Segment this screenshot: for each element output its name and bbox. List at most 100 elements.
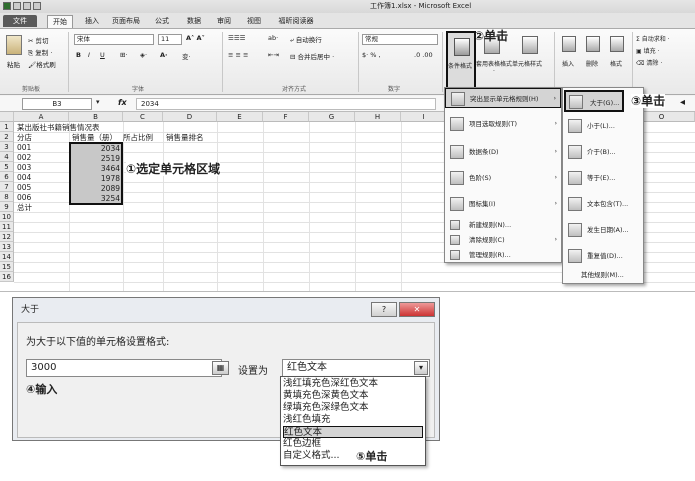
menu-item-color-scales[interactable]: 色阶(S) ›: [445, 168, 561, 188]
cell-a2[interactable]: 分店: [17, 133, 32, 143]
format-option-selected[interactable]: 红色文本: [283, 426, 423, 438]
cell-sales[interactable]: 3254: [72, 194, 120, 204]
row-header[interactable]: 1: [0, 122, 14, 132]
cell-store[interactable]: 006: [17, 193, 31, 203]
phonetic-icon[interactable]: 变·: [182, 51, 191, 61]
font-size-select[interactable]: 11: [158, 34, 182, 45]
autosum-button[interactable]: Σ 自动求和 ·: [636, 34, 670, 43]
column-header[interactable]: E: [217, 112, 263, 122]
save-icon[interactable]: [13, 2, 21, 10]
font-color-icon[interactable]: A·: [160, 51, 168, 59]
border-icon[interactable]: ⊞·: [120, 51, 128, 59]
submenu-item-more-rules[interactable]: 其他规则(M)...: [563, 268, 643, 282]
orientation-icon[interactable]: ab·: [268, 34, 278, 42]
tab-foxit[interactable]: 福昕阅读器: [274, 15, 318, 27]
close-button[interactable]: ✕: [399, 302, 435, 317]
format-as-table-button[interactable]: 套用表格格式 ·: [476, 59, 512, 75]
cell-store[interactable]: 001: [17, 143, 31, 153]
row-header[interactable]: 5: [0, 162, 14, 172]
submenu-item-duplicate-values[interactable]: 重复值(D)...: [563, 246, 643, 266]
submenu-item-equal-to[interactable]: 等于(E)...: [563, 168, 643, 188]
cell-sales[interactable]: 3464: [72, 164, 120, 174]
row-header[interactable]: 9: [0, 202, 14, 212]
format-option[interactable]: 自定义格式...: [283, 450, 423, 462]
row-header[interactable]: 8: [0, 192, 14, 202]
paste-button[interactable]: 粘贴: [7, 59, 20, 69]
column-header[interactable]: F: [263, 112, 309, 122]
fx-icon[interactable]: fx: [118, 98, 127, 107]
menu-item-clear-rules[interactable]: 清除规则(C) ›: [445, 233, 561, 247]
column-header[interactable]: D: [163, 112, 217, 122]
row-header[interactable]: 6: [0, 172, 14, 182]
cell-a9-total[interactable]: 总计: [17, 203, 32, 213]
row-header[interactable]: 13: [0, 242, 14, 252]
fill-color-icon[interactable]: ◈·: [140, 51, 147, 59]
row-header[interactable]: 14: [0, 252, 14, 262]
font-name-select[interactable]: 宋体: [74, 34, 154, 45]
cell-store[interactable]: 005: [17, 183, 31, 193]
menu-item-highlight-cells[interactable]: 突出显示单元格规则(H) ›: [445, 88, 561, 108]
delete-cells-button[interactable]: 删除: [586, 59, 598, 68]
menu-item-icon-sets[interactable]: 图标集(I) ›: [445, 194, 561, 214]
decimal-icon[interactable]: .0 .00: [414, 51, 433, 59]
row-header[interactable]: 15: [0, 262, 14, 272]
cell-c2[interactable]: 所占比例: [123, 133, 153, 143]
wrap-text-button[interactable]: ⤶ 自动换行: [290, 34, 322, 45]
format-option[interactable]: 绿填充色深绿色文本: [283, 402, 423, 414]
row-header[interactable]: 3: [0, 142, 14, 152]
cell-store[interactable]: 003: [17, 163, 31, 173]
insert-cells-button[interactable]: 插入: [562, 59, 574, 68]
threshold-input[interactable]: 3000: [26, 359, 222, 377]
undo-icon[interactable]: [23, 2, 31, 10]
cell-styles-icon[interactable]: [522, 36, 538, 54]
name-box-dropdown-icon[interactable]: ▾: [96, 98, 100, 106]
chevron-down-icon[interactable]: ▾: [414, 361, 428, 375]
row-header[interactable]: 16: [0, 272, 14, 282]
format-option[interactable]: 红色边框: [283, 438, 423, 450]
select-all-corner[interactable]: [0, 112, 14, 122]
row-header[interactable]: 7: [0, 182, 14, 192]
tab-home[interactable]: 开始: [47, 15, 73, 28]
format-cells-button[interactable]: 格式: [610, 59, 622, 68]
submenu-item-greater-than[interactable]: 大于(G)...: [564, 90, 624, 112]
menu-item-manage-rules[interactable]: 管理规则(R)...: [445, 248, 561, 262]
menu-item-new-rule[interactable]: 新建规则(N)...: [445, 218, 561, 232]
menu-item-top-bottom[interactable]: 项目选取规则(T) ›: [445, 114, 561, 134]
column-header[interactable]: H: [355, 112, 401, 122]
column-header[interactable]: A: [14, 112, 69, 122]
tab-view[interactable]: 视图: [244, 15, 264, 27]
submenu-item-text-contains[interactable]: 文本包含(T)...: [563, 194, 643, 214]
formula-input[interactable]: 2034: [136, 98, 436, 110]
format-painter-button[interactable]: 🖌格式刷: [28, 59, 56, 69]
column-header[interactable]: C: [123, 112, 163, 122]
merge-center-button[interactable]: ⊟ 合并后居中 ·: [290, 51, 334, 61]
submenu-item-date-occurring[interactable]: 发生日期(A)...: [563, 220, 643, 240]
bold-button[interactable]: B: [76, 51, 81, 59]
submenu-item-less-than[interactable]: 小于(L)...: [563, 116, 643, 136]
row-header[interactable]: 10: [0, 212, 14, 222]
cell-styles-button[interactable]: 单元格样式: [512, 59, 542, 68]
cell-sales[interactable]: 1978: [72, 174, 120, 184]
align-top-icon[interactable]: ☰☰☰: [228, 34, 245, 42]
format-option[interactable]: 黄填充色深黄色文本: [283, 390, 423, 402]
submenu-item-between[interactable]: 介于(B)...: [563, 142, 643, 162]
row-header[interactable]: 12: [0, 232, 14, 242]
clear-button[interactable]: ⌫ 清除 ·: [636, 58, 662, 67]
range-select-icon[interactable]: ▦: [212, 361, 229, 375]
cut-button[interactable]: ✂ 剪切: [28, 35, 49, 45]
column-header[interactable]: B: [69, 112, 123, 122]
percent-button[interactable]: $· % ,: [362, 51, 381, 59]
align-left-icon[interactable]: ≡ ≡ ≡: [228, 51, 248, 59]
cell-store[interactable]: 004: [17, 173, 31, 183]
tab-insert[interactable]: 插入: [82, 15, 102, 27]
underline-button[interactable]: U: [100, 51, 105, 59]
cell-sales[interactable]: 2089: [72, 184, 120, 194]
copy-button[interactable]: ⎘ 复制 ·: [28, 47, 52, 58]
format-option[interactable]: 浅红色填充: [283, 414, 423, 426]
italic-button[interactable]: I: [88, 51, 90, 59]
insert-cells-icon[interactable]: [562, 36, 576, 52]
fill-button[interactable]: ▣ 填充 ·: [636, 46, 659, 55]
paste-icon[interactable]: [6, 35, 22, 55]
row-header[interactable]: 2: [0, 132, 14, 142]
tab-page-layout[interactable]: 页面布局: [108, 15, 144, 27]
